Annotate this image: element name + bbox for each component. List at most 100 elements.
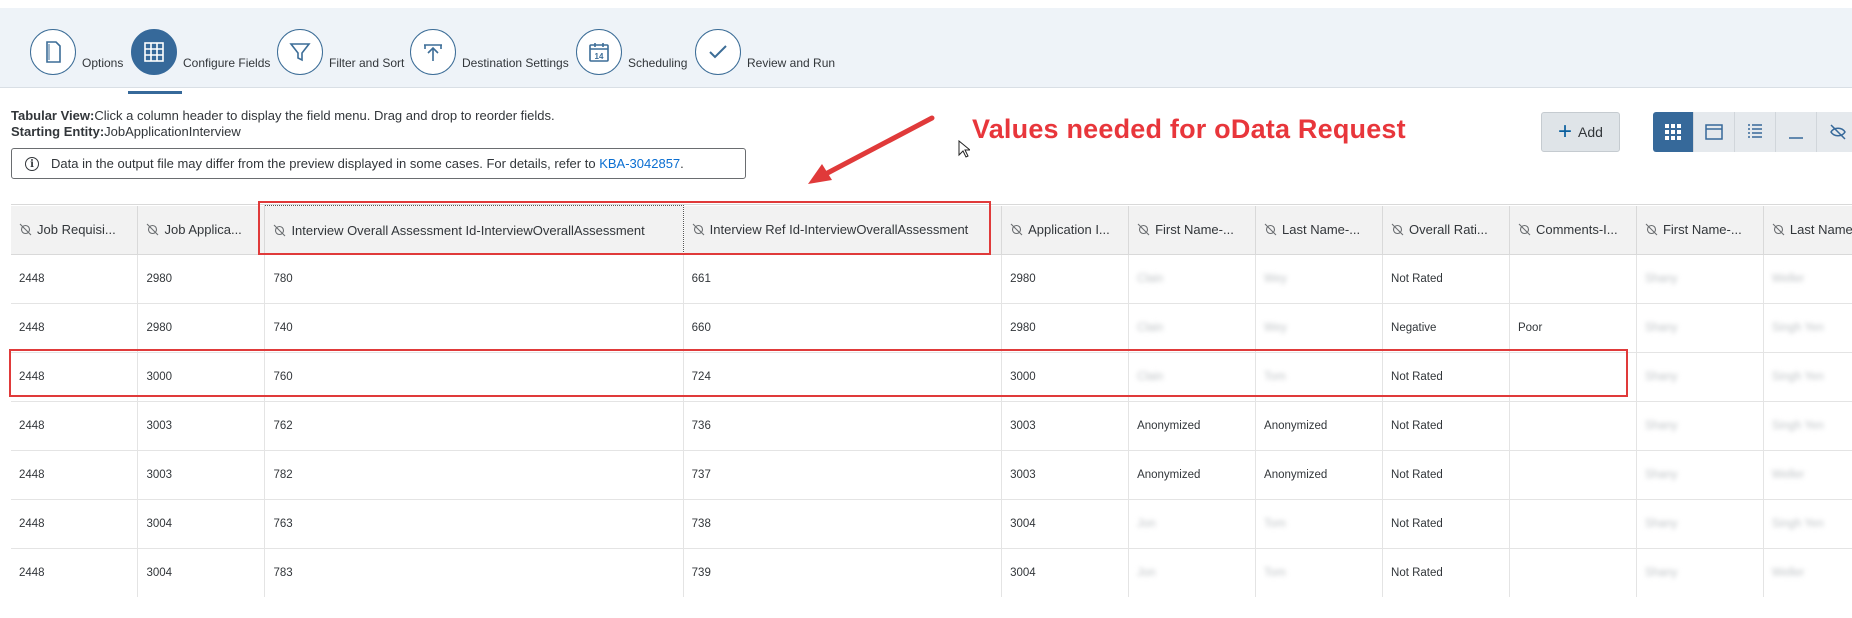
table-cell: Singh Yen xyxy=(1763,401,1852,451)
table-cell: 2980 xyxy=(1001,254,1130,304)
table-cell: Shany xyxy=(1636,548,1764,597)
column-header[interactable]: Application I... xyxy=(1001,205,1130,255)
table-cell: 2448 xyxy=(11,254,139,304)
plus-icon: + xyxy=(1558,118,1573,145)
column-header-label: Interview Ref Id-InterviewOverallAssessm… xyxy=(709,222,969,238)
table-cell xyxy=(1509,254,1637,304)
list-view-button[interactable] xyxy=(1735,112,1776,152)
table-cell: Singh Yen xyxy=(1763,499,1852,549)
step-scheduling[interactable]: 14 Scheduling xyxy=(576,24,687,80)
step-filter-and-sort[interactable]: Filter and Sort xyxy=(277,24,404,80)
column-header[interactable]: Overall Rati... xyxy=(1382,205,1510,255)
table-row[interactable]: 2448 3004 783 739 3004 Jon Tom Not Rated Shany We… xyxy=(11,548,1852,597)
view-label: Tabular View: xyxy=(11,108,95,123)
table-cell: 2448 xyxy=(11,450,139,500)
column-header-label: Job Applica... xyxy=(164,222,242,238)
table-row[interactable]: 2448 3000 760 724 3000 Clain Tom Not Rated Shany… xyxy=(11,352,1852,402)
table-cell: Jon xyxy=(1128,499,1257,549)
hidden-field-icon xyxy=(1391,223,1404,236)
add-label: Add xyxy=(1578,124,1603,140)
hide-button[interactable] xyxy=(1817,112,1852,152)
table-cell: 3004 xyxy=(137,548,266,597)
step-options[interactable]: Options xyxy=(30,24,123,80)
checkmark-icon xyxy=(709,45,727,59)
table-row[interactable]: 2448 2980 740 660 2980 Clain Wey Negative Poor Sh… xyxy=(11,303,1852,353)
table-cell: Poor xyxy=(1509,303,1637,353)
table-row[interactable]: 2448 3003 762 736 3003 Anonymized Anonymized No… xyxy=(11,401,1852,451)
view-text: Click a column header to display the fie… xyxy=(94,108,555,123)
column-header-label: Comments-I... xyxy=(1535,222,1618,238)
table-cell: 780 xyxy=(264,254,684,304)
table-cell: 660 xyxy=(683,303,1003,353)
list-view-icon xyxy=(1748,124,1762,138)
hidden-field-icon xyxy=(692,223,705,236)
table-cell: 736 xyxy=(683,401,1003,451)
entity-value: JobApplicationInterview xyxy=(104,124,241,139)
table-cell: Not Rated xyxy=(1382,450,1510,500)
table-cell: Clain xyxy=(1128,303,1257,353)
step-review-and-run[interactable]: Review and Run xyxy=(695,24,835,80)
table-row[interactable]: 2448 3004 763 738 3004 Jon Tom Not Rated Shany Si… xyxy=(11,499,1852,549)
table-cell: Weller xyxy=(1763,450,1852,500)
table-cell: 782 xyxy=(264,450,684,500)
column-header-label: Application I... xyxy=(1028,222,1110,238)
column-header[interactable]: First Name-... xyxy=(1636,205,1764,255)
table-cell: 2448 xyxy=(11,499,139,549)
panel-view-button[interactable] xyxy=(1694,112,1735,152)
column-header[interactable]: First Name-... xyxy=(1128,205,1257,255)
table-cell: Not Rated xyxy=(1382,499,1510,549)
annotation-arrow xyxy=(808,115,935,184)
column-header-label: Interview Overall Assessment Id-Intervie… xyxy=(291,222,645,238)
step-configure-fields[interactable]: Configure Fields xyxy=(131,24,270,80)
column-header-label: First Name-... xyxy=(1662,222,1742,238)
table-cell: Weller xyxy=(1763,254,1852,304)
hidden-field-icon xyxy=(1010,223,1023,236)
funnel-icon xyxy=(289,43,311,62)
column-header[interactable]: Comments-I... xyxy=(1509,205,1637,255)
table-cell: Tom xyxy=(1255,548,1384,597)
step-label: Review and Run xyxy=(747,56,836,70)
table-cell: 3004 xyxy=(1001,548,1130,597)
table-cell: Not Rated xyxy=(1382,401,1510,451)
table-cell: Tom xyxy=(1255,352,1384,402)
table-cell: 724 xyxy=(683,352,1003,402)
table-cell: 2980 xyxy=(1001,303,1130,353)
table-row[interactable]: 2448 2980 780 661 2980 Clain Wey Not Rated Shany… xyxy=(11,254,1852,304)
table-cell: Negative xyxy=(1382,303,1510,353)
grid-view-icon xyxy=(1665,124,1681,140)
table-cell: 3004 xyxy=(137,499,266,549)
column-header[interactable]: Interview Overall Assessment Id-Intervie… xyxy=(264,205,684,255)
table-cell: Shany xyxy=(1636,254,1764,304)
table-cell: Anonymized xyxy=(1128,401,1257,451)
column-header[interactable]: Interview Ref Id-InterviewOverallAssessm… xyxy=(683,205,1003,255)
table-cell: 3003 xyxy=(137,450,266,500)
document-icon xyxy=(46,41,61,63)
hidden-field-icon xyxy=(1772,223,1785,236)
table-cell: 661 xyxy=(683,254,1003,304)
table-cell: 2448 xyxy=(11,303,139,353)
table-cell: Anonymized xyxy=(1255,401,1384,451)
column-header[interactable]: Job Applica... xyxy=(137,205,266,255)
table-row[interactable]: 2448 3003 782 737 3003 Anonymized Anonymized No… xyxy=(11,450,1852,500)
add-button[interactable]: + Add xyxy=(1541,112,1620,152)
column-header[interactable]: Last Name-... xyxy=(1255,205,1384,255)
column-header[interactable]: Last Name-... xyxy=(1763,205,1852,255)
table-cell: Anonymized xyxy=(1255,450,1384,500)
grid-view-button[interactable] xyxy=(1653,112,1694,152)
table-cell: 760 xyxy=(264,352,684,402)
notice-text: Data in the output file may differ from … xyxy=(51,156,596,171)
step-label: Options xyxy=(82,56,124,70)
table-cell: 737 xyxy=(683,450,1003,500)
minimize-icon xyxy=(1789,137,1803,139)
wizard-header: Options Configure Fields Filter and Sort xyxy=(0,0,1852,94)
upload-icon xyxy=(424,44,442,61)
column-header[interactable]: Job Requisi... xyxy=(11,205,139,255)
table-cell: 739 xyxy=(683,548,1003,597)
kba-link[interactable]: KBA-3042857 xyxy=(599,156,680,171)
minimize-button[interactable] xyxy=(1776,112,1817,152)
step-destination-settings[interactable]: Destination Settings xyxy=(410,24,569,80)
mouse-cursor-icon xyxy=(958,140,970,158)
table-cell: Singh Yen xyxy=(1763,352,1852,402)
notice-suffix: . xyxy=(680,156,684,171)
table-cell: Shany xyxy=(1636,401,1764,451)
